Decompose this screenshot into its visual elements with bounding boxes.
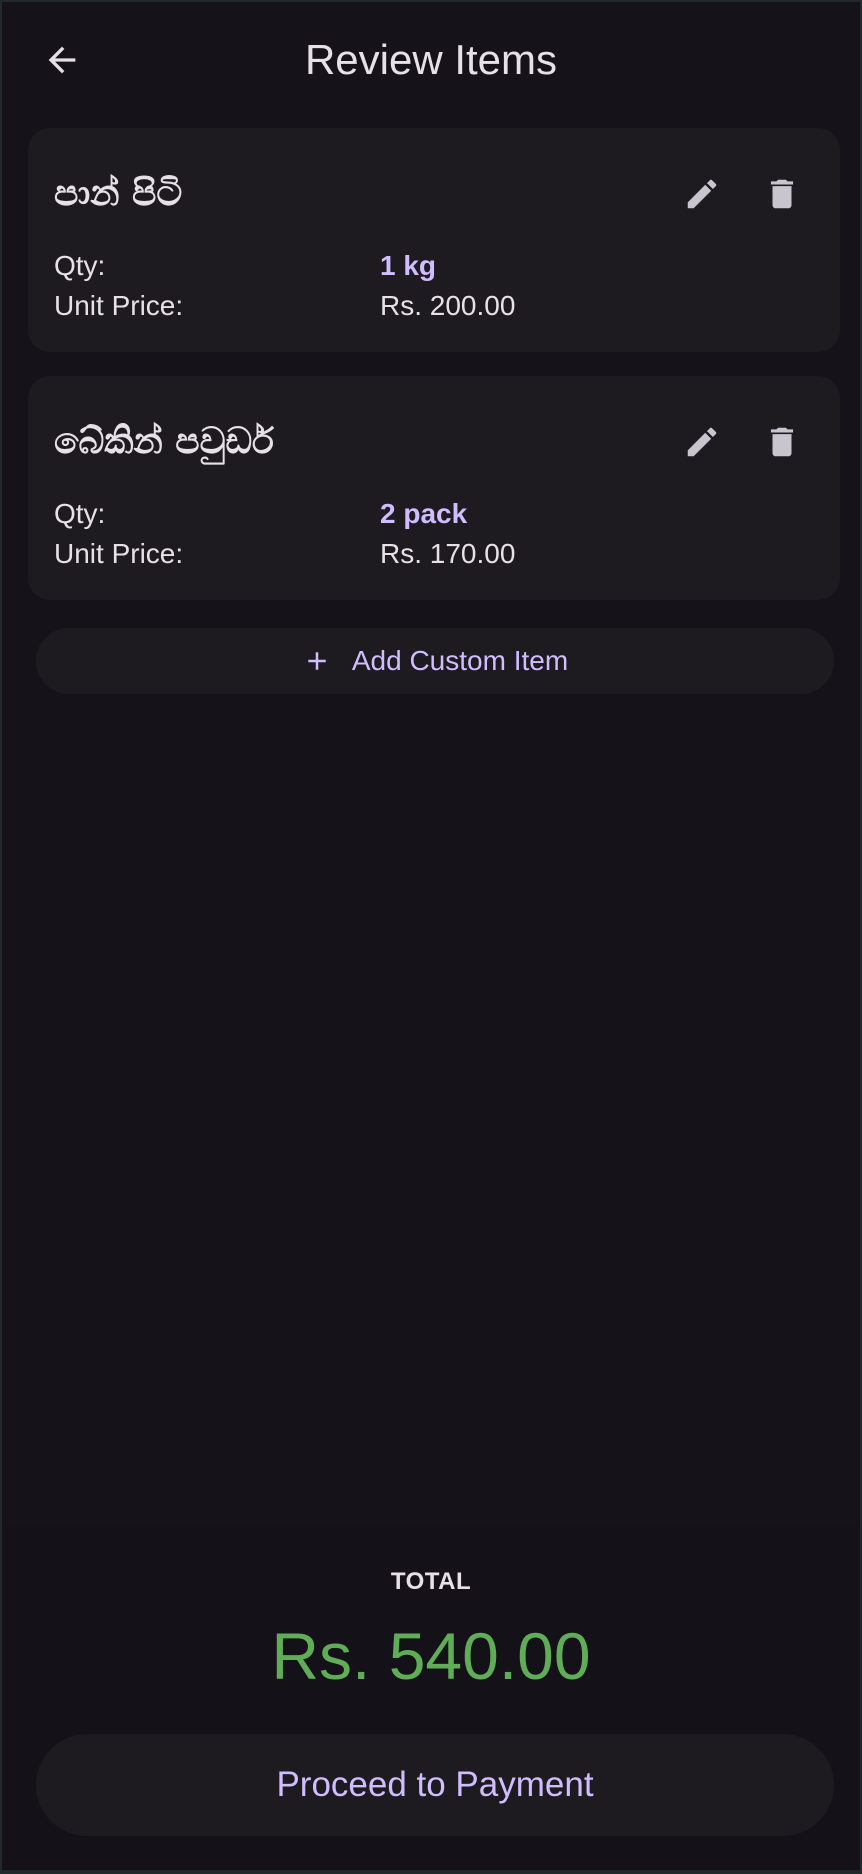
item-card: බේකින් පවුඩර් Qty: 2 pack Unit Price: Rs… bbox=[28, 376, 840, 600]
qty-value: 2 pack bbox=[380, 498, 468, 529]
item-card: පාන් පිටි Qty: 1 kg Unit Price: Rs. 200.… bbox=[28, 128, 840, 352]
total-amount: Rs. 540.00 bbox=[271, 1619, 591, 1693]
checkout-summary: TOTAL Rs. 540.00 Proceed to Payment bbox=[2, 1526, 860, 1870]
delete-item-button[interactable] bbox=[750, 410, 814, 474]
item-name: පාන් පිටි bbox=[54, 173, 183, 214]
pencil-icon bbox=[687, 427, 717, 457]
item-name: බේකින් පවුඩර් bbox=[54, 421, 274, 462]
pencil-icon bbox=[687, 179, 717, 209]
qty-value: 1 kg bbox=[380, 250, 437, 281]
page-title: Review Items bbox=[304, 36, 558, 83]
unit-price-label: Unit Price: bbox=[54, 538, 184, 569]
qty-label: Qty: bbox=[54, 498, 106, 529]
qty-label: Qty: bbox=[54, 250, 106, 281]
add-custom-item-label: Add Custom Item bbox=[351, 645, 569, 676]
total-label: TOTAL bbox=[390, 1568, 472, 1595]
app-bar: Review Items bbox=[2, 2, 860, 118]
delete-item-button[interactable] bbox=[750, 162, 814, 226]
unit-price-label: Unit Price: bbox=[54, 290, 184, 321]
items-list: පාන් පිටි Qty: 1 kg Unit Price: Rs. 200.… bbox=[28, 128, 842, 624]
plus-icon bbox=[302, 646, 332, 676]
unit-price-value: Rs. 200.00 bbox=[380, 290, 516, 321]
unit-price-value: Rs. 170.00 bbox=[380, 538, 516, 569]
proceed-to-payment-label: Proceed to Payment bbox=[276, 1765, 594, 1804]
proceed-to-payment-button[interactable]: Proceed to Payment bbox=[36, 1734, 834, 1836]
trash-icon bbox=[770, 427, 794, 457]
review-items-screen: Review Items පාන් පිටි Qty: 1 kg Unit Pr… bbox=[2, 2, 860, 1870]
edit-item-button[interactable] bbox=[670, 162, 734, 226]
add-custom-item-button[interactable]: Add Custom Item bbox=[36, 628, 834, 694]
edit-item-button[interactable] bbox=[670, 410, 734, 474]
trash-icon bbox=[770, 179, 794, 209]
